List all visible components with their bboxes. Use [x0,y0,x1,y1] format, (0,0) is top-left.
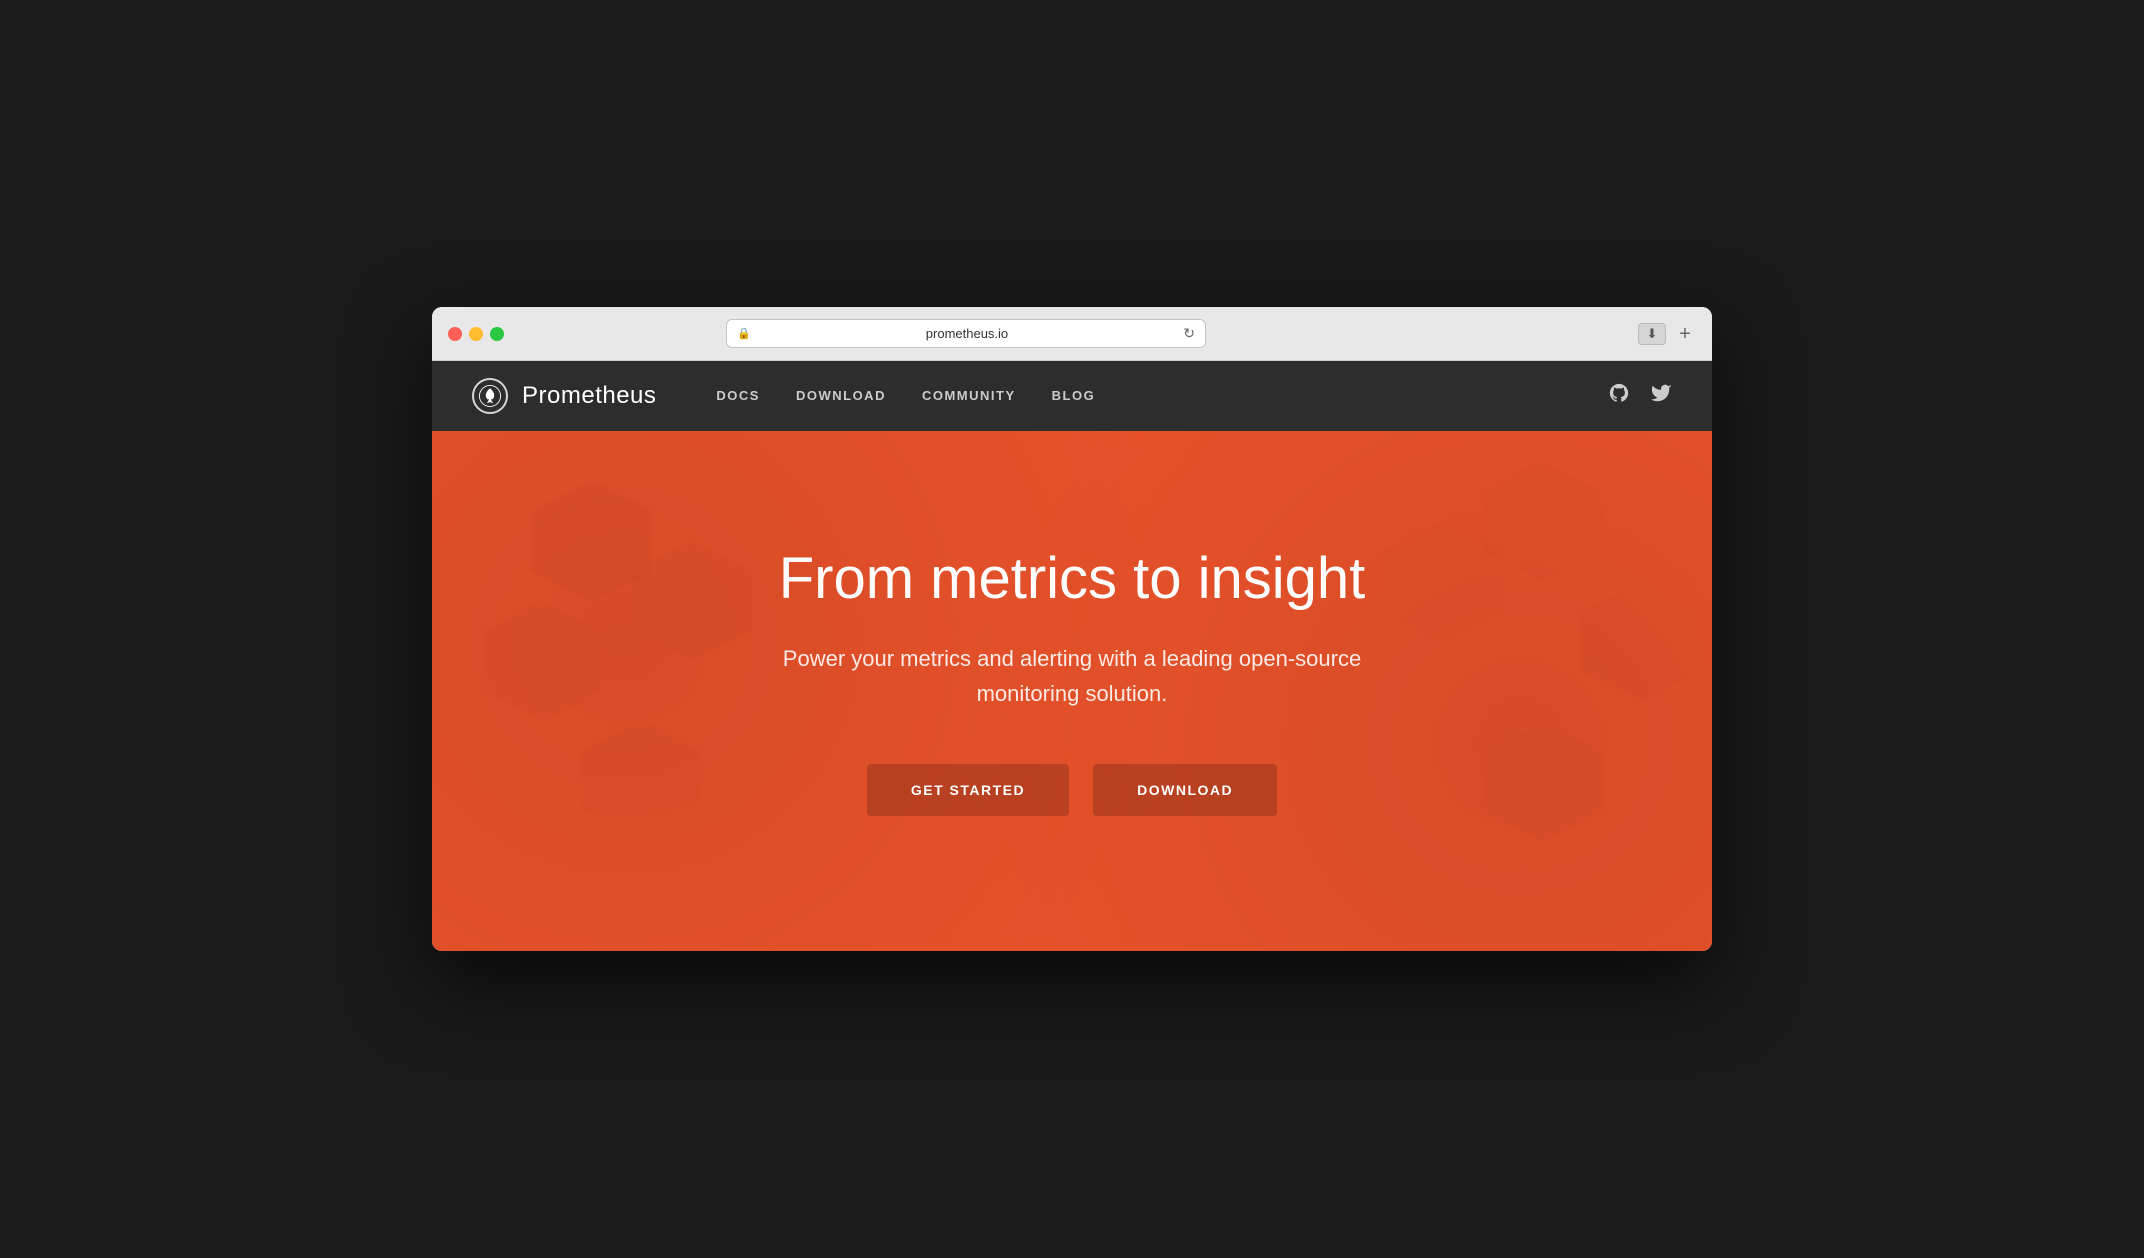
hero-section: From metrics to insight Power your metri… [432,431,1712,951]
traffic-lights [448,327,504,341]
navbar-social-icons [1608,382,1672,410]
brand-name: Prometheus [522,382,656,410]
nav-item-blog[interactable]: BLOG [1052,387,1096,405]
nav-link-docs[interactable]: DOCS [716,388,760,403]
github-link[interactable] [1608,382,1630,410]
get-started-button[interactable]: GET STARTED [867,764,1069,816]
minimize-button[interactable] [469,327,483,341]
browser-download-button[interactable]: ⬇ [1638,323,1666,345]
brand-link[interactable]: Prometheus [472,378,656,414]
url-text[interactable]: prometheus.io [757,326,1178,341]
navbar-nav: DOCS DOWNLOAD COMMUNITY BLOG [716,387,1095,405]
hero-subtitle: Power your metrics and alerting with a l… [732,641,1412,711]
nav-item-community[interactable]: COMMUNITY [922,387,1016,405]
prometheus-logo-icon [479,385,501,407]
new-tab-button[interactable]: + [1674,323,1696,345]
twitter-icon [1650,382,1672,404]
reload-button[interactable]: ↻ [1183,325,1195,342]
nav-item-download[interactable]: DOWNLOAD [796,387,886,405]
browser-actions: ⬇ + [1638,323,1696,345]
nav-link-community[interactable]: COMMUNITY [922,388,1016,403]
address-bar: 🔒 prometheus.io ↻ [726,319,1206,348]
twitter-link[interactable] [1650,382,1672,410]
brand-logo [472,378,508,414]
lock-icon: 🔒 [737,327,751,340]
browser-window: 🔒 prometheus.io ↻ ⬇ + Prometheus [432,307,1712,951]
close-button[interactable] [448,327,462,341]
nav-item-docs[interactable]: DOCS [716,387,760,405]
nav-link-download[interactable]: DOWNLOAD [796,388,886,403]
hero-title: From metrics to insight [779,546,1366,613]
navbar: Prometheus DOCS DOWNLOAD COMMUNITY BLOG [432,361,1712,431]
github-icon [1608,382,1630,404]
download-button[interactable]: DOWNLOAD [1093,764,1277,816]
browser-chrome: 🔒 prometheus.io ↻ ⬇ + [432,307,1712,361]
nav-link-blog[interactable]: BLOG [1052,388,1096,403]
website: Prometheus DOCS DOWNLOAD COMMUNITY BLOG [432,361,1712,951]
maximize-button[interactable] [490,327,504,341]
hero-buttons: GET STARTED DOWNLOAD [867,764,1277,816]
